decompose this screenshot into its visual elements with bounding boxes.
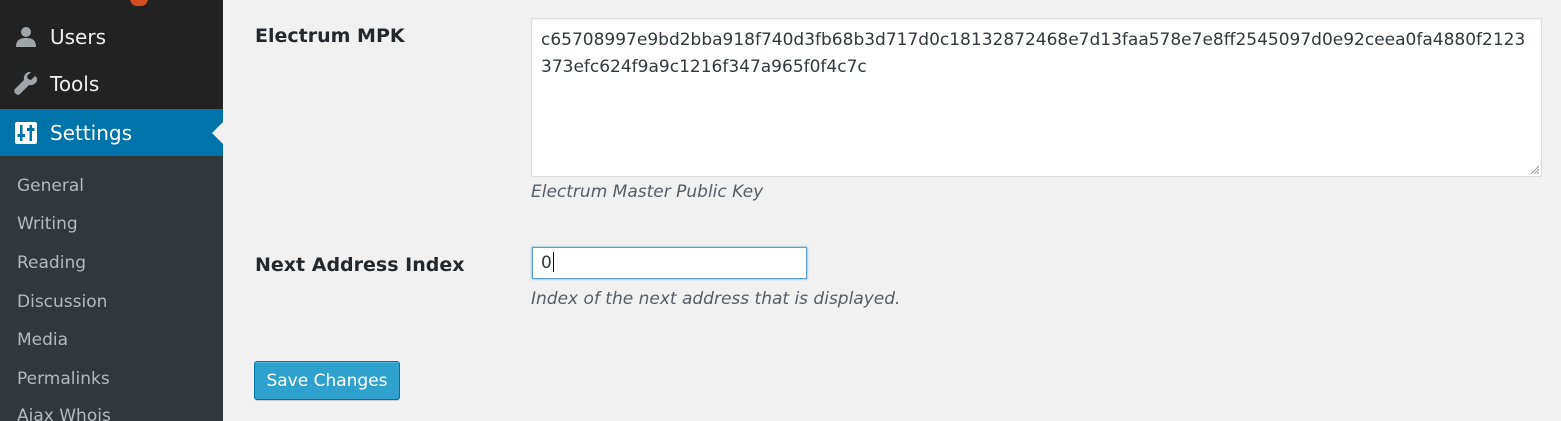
sidebar-item-label: Settings xyxy=(50,120,133,145)
update-count-badge xyxy=(130,0,148,6)
sidebar-item-label: Users xyxy=(50,25,107,49)
wrench-icon xyxy=(14,72,38,96)
next-index-description: Index of the next address that is displa… xyxy=(531,289,901,309)
sidebar-item-settings[interactable]: Settings xyxy=(0,109,223,156)
mpk-label: Electrum MPK xyxy=(255,25,405,47)
next-index-input[interactable]: 0 xyxy=(532,247,807,279)
mpk-value: c65708997e9bd2bba918f740d3fb68b3d717d0c1… xyxy=(541,30,1526,77)
wp-admin-settings-page: Users Tools Settings General Writing Rea… xyxy=(0,0,1561,421)
sidebar-item-tools[interactable]: Tools xyxy=(0,61,223,107)
settings-submenu: General Writing Reading Discussion Media… xyxy=(0,156,223,421)
resize-handle-icon[interactable] xyxy=(1530,165,1539,174)
sidebar-item-users[interactable]: Users xyxy=(0,14,223,60)
submenu-item-general[interactable]: General xyxy=(17,176,84,196)
submenu-item-media[interactable]: Media xyxy=(17,330,68,350)
mpk-description: Electrum Master Public Key xyxy=(531,182,764,202)
submenu-item-reading[interactable]: Reading xyxy=(17,253,86,273)
users-icon xyxy=(14,25,38,49)
save-changes-button[interactable]: Save Changes xyxy=(254,361,400,400)
settings-sliders-icon xyxy=(14,121,38,145)
sidebar-item-label: Tools xyxy=(50,72,100,96)
next-index-value: 0 xyxy=(541,253,552,273)
submenu-item-ajax-whois[interactable]: Ajax Whois xyxy=(17,406,111,421)
text-caret xyxy=(552,251,554,272)
mpk-textarea[interactable]: c65708997e9bd2bba918f740d3fb68b3d717d0c1… xyxy=(531,18,1542,177)
submenu-item-permalinks[interactable]: Permalinks xyxy=(17,369,110,389)
current-menu-arrow xyxy=(212,121,223,144)
next-index-label: Next Address Index xyxy=(255,254,465,276)
admin-sidebar: Users Tools Settings General Writing Rea… xyxy=(0,0,223,421)
submenu-item-discussion[interactable]: Discussion xyxy=(17,292,107,312)
submenu-item-writing[interactable]: Writing xyxy=(17,214,78,234)
